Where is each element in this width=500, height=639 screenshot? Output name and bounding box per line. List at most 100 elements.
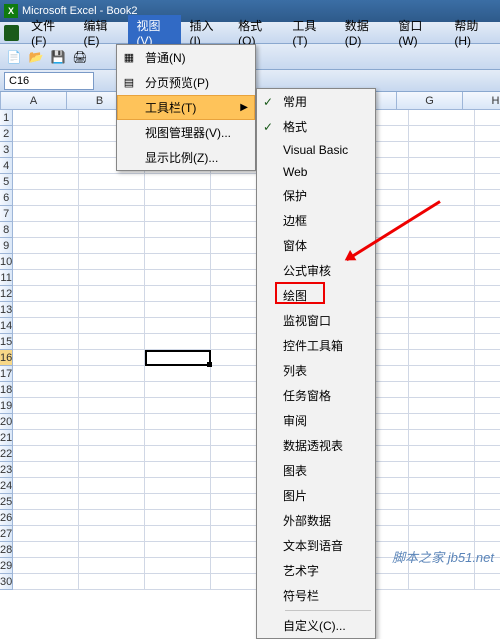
cell[interactable] <box>475 238 500 254</box>
cell[interactable] <box>409 574 475 590</box>
cell[interactable] <box>79 334 145 350</box>
cell[interactable] <box>13 302 79 318</box>
cell[interactable] <box>145 526 211 542</box>
cell[interactable] <box>475 366 500 382</box>
toolbar-submenu-item[interactable]: 艺术字 <box>257 558 375 583</box>
cell[interactable] <box>13 110 79 126</box>
cell[interactable] <box>409 286 475 302</box>
cell[interactable] <box>409 462 475 478</box>
cell[interactable] <box>13 190 79 206</box>
cell[interactable] <box>13 350 79 366</box>
cell[interactable] <box>13 526 79 542</box>
cell[interactable] <box>79 526 145 542</box>
cell[interactable] <box>145 494 211 510</box>
cell[interactable] <box>13 174 79 190</box>
view-menu-item[interactable]: 工具栏(T)▶ <box>117 95 255 120</box>
cell[interactable] <box>13 318 79 334</box>
cell[interactable] <box>79 238 145 254</box>
cell[interactable] <box>13 462 79 478</box>
cell[interactable] <box>79 414 145 430</box>
cell[interactable] <box>13 286 79 302</box>
cell[interactable] <box>409 494 475 510</box>
toolbar-submenu-item[interactable]: Web <box>257 161 375 183</box>
cell[interactable] <box>13 414 79 430</box>
row-head-23[interactable]: 23 <box>0 462 13 478</box>
cell[interactable] <box>475 478 500 494</box>
cell[interactable] <box>409 446 475 462</box>
cell[interactable] <box>409 126 475 142</box>
row-head-21[interactable]: 21 <box>0 430 13 446</box>
cell[interactable] <box>475 110 500 126</box>
print-icon[interactable]: 🖨 <box>70 47 90 67</box>
save-icon[interactable]: 💾 <box>48 47 68 67</box>
cell[interactable] <box>409 206 475 222</box>
cell[interactable] <box>79 494 145 510</box>
cell[interactable] <box>475 302 500 318</box>
cell[interactable] <box>13 254 79 270</box>
toolbar-submenu-item[interactable]: 公式审核 <box>257 258 375 283</box>
cell[interactable] <box>13 238 79 254</box>
cell[interactable] <box>145 302 211 318</box>
open-icon[interactable]: 📂 <box>26 47 46 67</box>
cell[interactable] <box>145 254 211 270</box>
cell[interactable] <box>409 158 475 174</box>
cell[interactable] <box>13 430 79 446</box>
cell[interactable] <box>13 542 79 558</box>
row-head-3[interactable]: 3 <box>0 142 13 158</box>
toolbar-submenu-item[interactable]: 边框 <box>257 208 375 233</box>
row-head-25[interactable]: 25 <box>0 494 13 510</box>
cell[interactable] <box>409 302 475 318</box>
cell[interactable] <box>409 510 475 526</box>
row-head-7[interactable]: 7 <box>0 206 13 222</box>
col-head-H[interactable]: H <box>463 92 500 109</box>
cell[interactable] <box>409 110 475 126</box>
cell[interactable] <box>475 462 500 478</box>
cell[interactable] <box>79 446 145 462</box>
cell[interactable] <box>475 574 500 590</box>
cell[interactable] <box>409 478 475 494</box>
toolbar-submenu-item[interactable]: ✓格式 <box>257 114 375 139</box>
cell[interactable] <box>79 206 145 222</box>
menu-8[interactable]: 帮助(H) <box>446 15 500 50</box>
cell[interactable] <box>79 510 145 526</box>
menu-0[interactable]: 文件(F) <box>23 15 75 50</box>
cell[interactable] <box>79 270 145 286</box>
row-head-5[interactable]: 5 <box>0 174 13 190</box>
menu-7[interactable]: 窗口(W) <box>390 15 446 50</box>
cell[interactable] <box>79 430 145 446</box>
cell[interactable] <box>13 222 79 238</box>
row-head-19[interactable]: 19 <box>0 398 13 414</box>
cell[interactable] <box>145 414 211 430</box>
toolbar-submenu-item[interactable]: 列表 <box>257 358 375 383</box>
cell[interactable] <box>409 190 475 206</box>
cell[interactable] <box>79 558 145 574</box>
row-head-16[interactable]: 16 <box>0 350 13 366</box>
cell[interactable] <box>409 430 475 446</box>
cell[interactable] <box>475 206 500 222</box>
cell[interactable] <box>79 478 145 494</box>
cell[interactable] <box>145 270 211 286</box>
cell[interactable] <box>79 190 145 206</box>
cell[interactable] <box>475 510 500 526</box>
toolbar-submenu-item[interactable]: 符号栏 <box>257 583 375 608</box>
cell[interactable] <box>409 174 475 190</box>
view-menu-item[interactable]: ▤分页预览(P) <box>117 70 255 95</box>
cell[interactable] <box>13 126 79 142</box>
cell[interactable] <box>475 174 500 190</box>
cell[interactable] <box>145 542 211 558</box>
menubar[interactable]: 文件(F)编辑(E)视图(V)插入(I)格式(O)工具(T)数据(D)窗口(W)… <box>0 22 500 44</box>
cell[interactable] <box>145 574 211 590</box>
file-icon[interactable] <box>4 25 19 41</box>
cell[interactable] <box>79 462 145 478</box>
row-head-13[interactable]: 13 <box>0 302 13 318</box>
new-icon[interactable]: 📄 <box>4 47 24 67</box>
cell[interactable] <box>79 318 145 334</box>
cell[interactable] <box>409 270 475 286</box>
cell[interactable] <box>475 126 500 142</box>
row-head-4[interactable]: 4 <box>0 158 13 174</box>
row-head-18[interactable]: 18 <box>0 382 13 398</box>
cell[interactable] <box>79 286 145 302</box>
cell[interactable] <box>409 238 475 254</box>
cell[interactable] <box>145 558 211 574</box>
cell[interactable] <box>409 318 475 334</box>
